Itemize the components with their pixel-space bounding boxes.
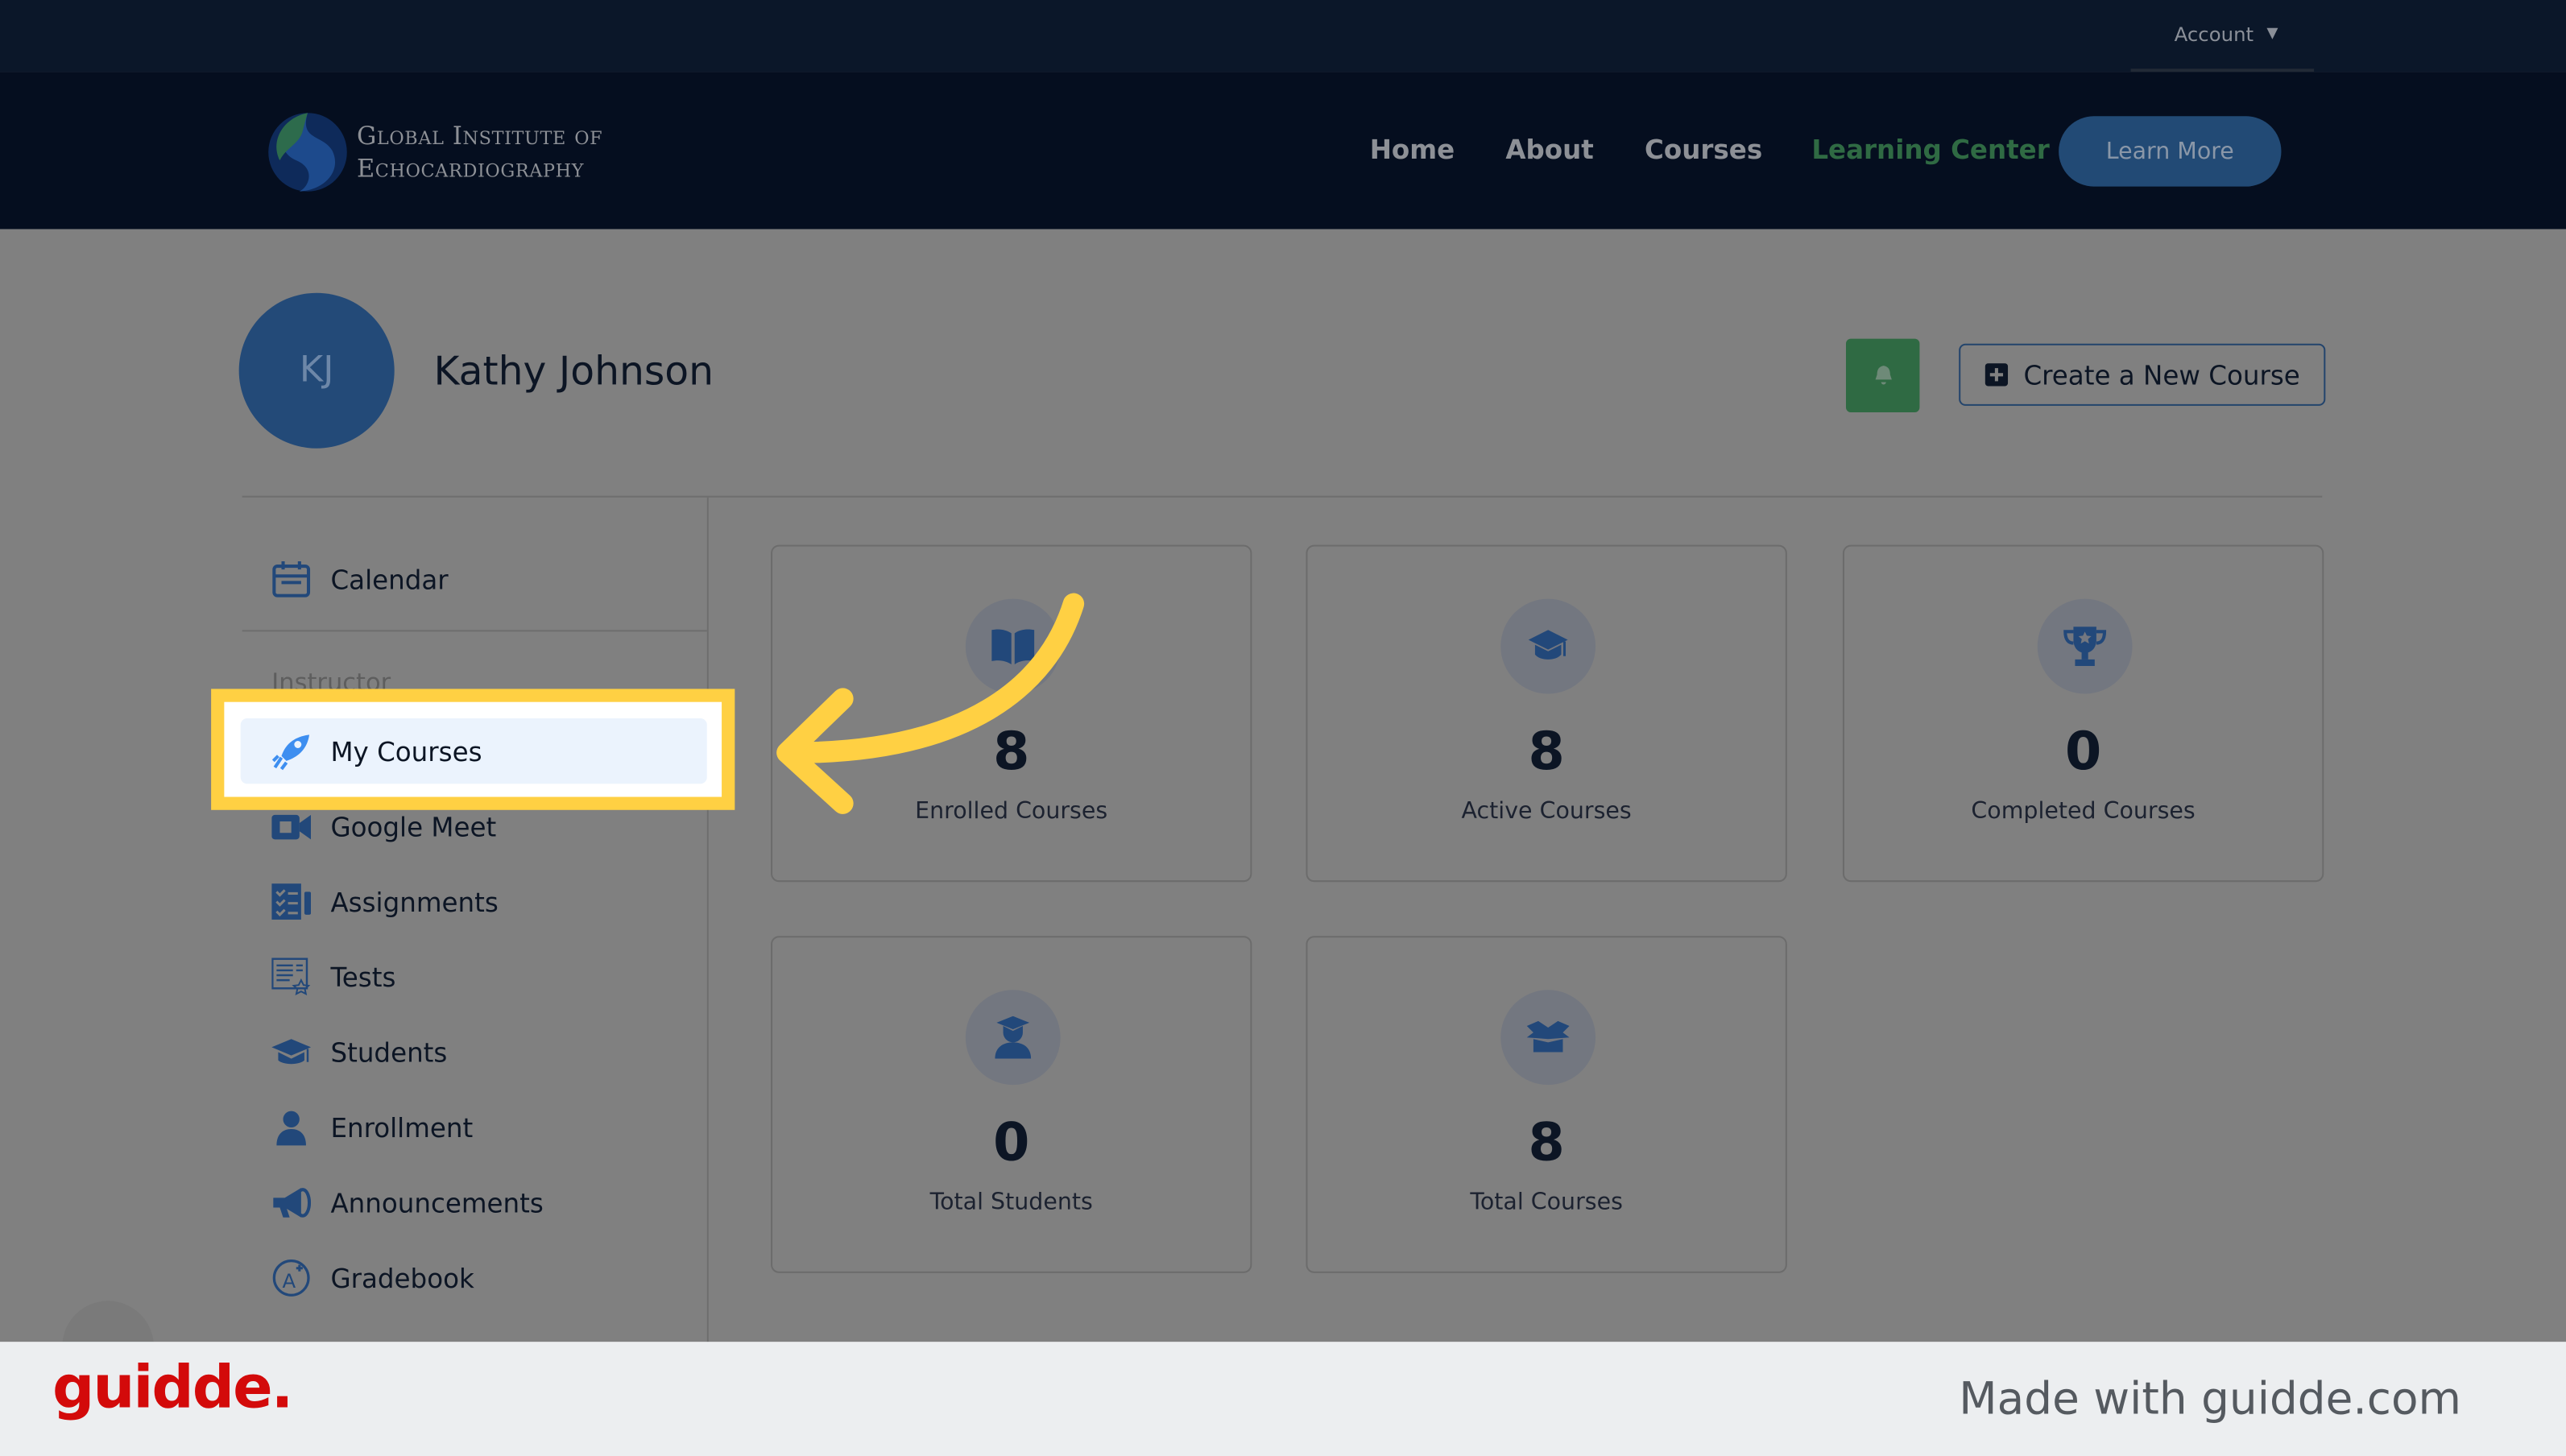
sidebar-item-my-courses[interactable]: My Courses xyxy=(271,731,482,771)
icon-circle xyxy=(1500,990,1596,1086)
trophy-icon xyxy=(2063,627,2107,666)
megaphone-icon xyxy=(273,1188,312,1218)
calendar-icon xyxy=(272,560,311,598)
test-document-icon xyxy=(271,958,311,996)
create-course-label: Create a New Course xyxy=(2023,359,2300,391)
sidebar-item-students[interactable]: Students xyxy=(271,1032,447,1072)
sidebar-item-enrollment[interactable]: Enrollment xyxy=(271,1108,473,1148)
user-name: Kathy Johnson xyxy=(433,348,714,395)
sidebar-item-gradebook[interactable]: A Gradebook xyxy=(271,1259,474,1298)
made-with-text: Made with guidde.com xyxy=(1959,1374,2461,1425)
stat-label: Total Students xyxy=(929,1189,1093,1216)
sidebar-item-label: Tests xyxy=(330,961,396,993)
grade-a-plus-icon: A xyxy=(272,1259,310,1297)
svg-text:A: A xyxy=(283,1269,296,1293)
sidebar-item-announcements[interactable]: Announcements xyxy=(271,1183,544,1222)
account-dropdown[interactable]: Account ▼ xyxy=(2175,23,2278,45)
stat-label: Total Courses xyxy=(1470,1189,1623,1216)
caret-down-icon: ▼ xyxy=(2266,26,2278,43)
video-camera-icon xyxy=(271,814,312,840)
logo-line-2: Echocardiography xyxy=(356,153,585,184)
graduation-cap-icon xyxy=(1528,630,1568,660)
stat-card-enrolled-courses[interactable]: 8 Enrolled Courses xyxy=(771,544,1252,883)
nav-home[interactable]: Home xyxy=(1370,134,1455,166)
sidebar-divider xyxy=(706,497,709,1349)
page: Account ▼ Global Institute of Echocardio… xyxy=(0,0,2566,1456)
stat-card-total-students[interactable]: 0 Total Students xyxy=(771,936,1252,1273)
plus-square-icon xyxy=(1984,363,2008,387)
open-box-icon xyxy=(1526,1020,1570,1053)
sidebar-item-label: Announcements xyxy=(330,1187,544,1218)
notifications-button[interactable] xyxy=(1845,338,1920,413)
icon-circle xyxy=(2037,598,2133,694)
sidebar-separator xyxy=(242,630,707,632)
icon-circle xyxy=(965,990,1061,1086)
sidebar-item-label: Gradebook xyxy=(330,1262,474,1294)
stat-value: 0 xyxy=(993,1111,1030,1173)
create-course-button[interactable]: Create a New Course xyxy=(1959,343,2326,406)
stat-card-completed-courses[interactable]: 0 Completed Courses xyxy=(1842,544,2324,883)
stat-value: 8 xyxy=(1528,1111,1565,1173)
stat-label: Completed Courses xyxy=(1971,798,2196,825)
icon-circle xyxy=(965,598,1061,694)
guidde-logo: guidde. xyxy=(52,1355,293,1422)
user-icon xyxy=(276,1111,306,1146)
stat-label: Enrolled Courses xyxy=(915,798,1108,825)
graduation-cap-icon xyxy=(271,1039,312,1065)
sidebar-item-label: Enrollment xyxy=(330,1111,474,1144)
sidebar-item-google-meet[interactable]: Google Meet xyxy=(271,807,496,846)
stat-value: 0 xyxy=(2064,720,2102,783)
sidebar-item-label: Students xyxy=(330,1036,448,1068)
account-label: Account xyxy=(2174,23,2254,46)
nav-learning-center[interactable]: Learning Center xyxy=(1811,134,2049,166)
stat-card-total-courses[interactable]: 8 Total Courses xyxy=(1306,936,1787,1273)
logo-line-1: Global Institute of xyxy=(356,121,603,151)
nav-about[interactable]: About xyxy=(1505,134,1593,166)
logo-icon[interactable] xyxy=(267,111,349,193)
sidebar-item-label: Calendar xyxy=(330,563,449,595)
book-open-icon xyxy=(991,629,1035,664)
stat-card-active-courses[interactable]: 8 Active Courses xyxy=(1306,544,1787,883)
sidebar-item-assignments[interactable]: Assignments xyxy=(271,882,499,921)
sidebar-item-label: Assignments xyxy=(330,886,499,917)
sidebar-item-calendar[interactable]: Calendar xyxy=(271,560,449,599)
stat-label: Active Courses xyxy=(1461,798,1632,825)
divider xyxy=(242,495,2323,498)
sidebar-item-tests[interactable]: Tests xyxy=(271,958,395,997)
sidebar-item-label: Google Meet xyxy=(330,810,497,842)
assignment-checklist-icon xyxy=(271,883,312,920)
bell-icon xyxy=(1874,366,1891,385)
learn-more-button[interactable]: Learn More xyxy=(2059,116,2282,187)
sidebar-item-label: My Courses xyxy=(330,735,482,767)
avatar: KJ xyxy=(238,292,395,449)
logo-text: Global Institute of Echocardiography xyxy=(357,119,602,184)
stat-value: 8 xyxy=(1528,720,1565,783)
nav-courses[interactable]: Courses xyxy=(1645,134,1762,166)
stat-value: 8 xyxy=(993,720,1030,783)
student-icon xyxy=(995,1015,1032,1059)
icon-circle xyxy=(1500,598,1596,694)
rocket-icon xyxy=(271,734,310,771)
